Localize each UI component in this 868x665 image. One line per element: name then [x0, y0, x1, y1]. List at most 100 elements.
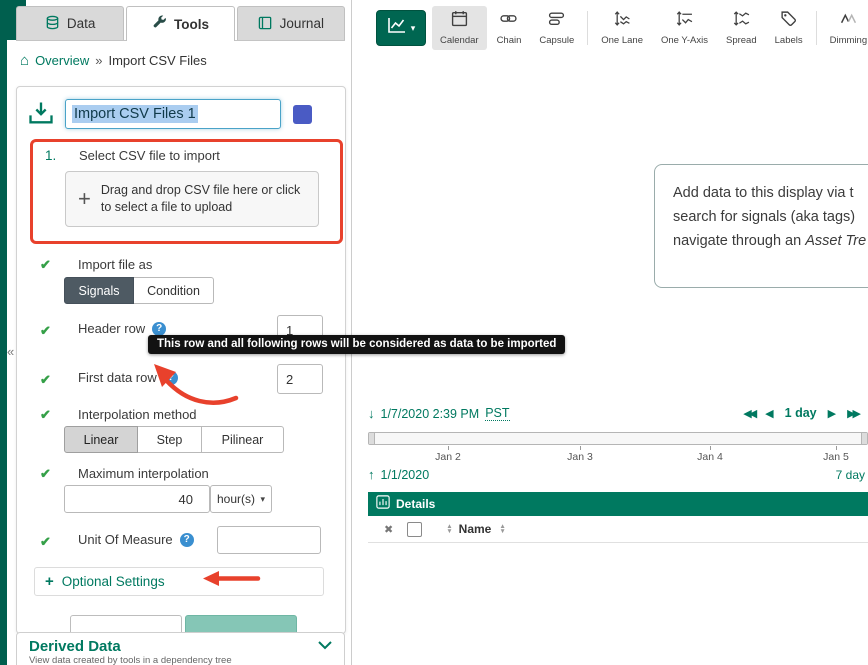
step-number: 1. [45, 148, 56, 163]
breadcrumb-separator: » [95, 53, 102, 68]
interp-option-pilinear[interactable]: Pilinear [202, 426, 284, 453]
toolbar-item-chain[interactable]: Chain [489, 6, 530, 50]
optional-settings-label: Optional Settings [62, 574, 165, 589]
collapse-icon: « [7, 344, 14, 359]
step-size-label[interactable]: 1 day [785, 406, 817, 420]
down-arrow-icon: ↓ [368, 406, 375, 421]
home-icon: ⌂ [20, 52, 29, 69]
maximum-interpolation-label: Maximum interpolation [78, 466, 209, 481]
header-row-help-icon[interactable]: ? [152, 322, 166, 336]
toolbar-item-spread[interactable]: Spread [718, 6, 765, 50]
optional-settings-toggle[interactable]: + Optional Settings [34, 567, 324, 596]
tick-label: Jan 4 [697, 451, 723, 463]
display-range-end[interactable]: ↓ 1/7/2020 2:39 PM PST [368, 406, 510, 421]
display-range-start[interactable]: ↑ 1/1/2020 [368, 467, 429, 482]
check-icon: ✔ [40, 407, 51, 423]
uom-input[interactable] [217, 526, 321, 554]
derived-data-panel-header[interactable]: Derived Data View data created by tools … [16, 632, 345, 665]
first-data-row-value: 2 [286, 372, 293, 387]
max-interp-unit-select[interactable]: hour(s) ▾ [210, 485, 272, 513]
step-forward-double-button[interactable]: ▶▶ [847, 407, 858, 420]
toolbar-item-calendar[interactable]: Calendar [432, 6, 487, 50]
details-header[interactable]: Details [368, 492, 868, 516]
one-y-axis-icon [676, 10, 693, 32]
sort-icon[interactable]: ▲▼ [446, 524, 452, 534]
tab-tools[interactable]: Tools [126, 6, 234, 41]
first-data-row-label: First data row [78, 370, 157, 385]
first-data-row-help-icon[interactable]: ? [164, 371, 178, 385]
check-icon: ✔ [40, 323, 51, 339]
time-step-controls: ◀◀ ◀ 1 day ▶ ▶▶ [743, 406, 858, 420]
message-line: Add data to this display via t [673, 181, 868, 205]
timezone-label[interactable]: PST [485, 406, 509, 421]
check-icon: ✔ [40, 466, 51, 482]
check-icon: ✔ [40, 257, 51, 273]
tab-label: Tools [174, 17, 209, 32]
unit-of-measure-label: Unit Of Measure [78, 532, 173, 547]
import-csv-tool-panel: Import CSV Files 1 1. Select CSV file to… [16, 86, 346, 634]
toolbar-item-labels[interactable]: Labels [767, 6, 811, 50]
breadcrumb-overview-link[interactable]: Overview [35, 53, 89, 68]
interp-option-linear[interactable]: Linear [64, 426, 138, 453]
select-all-checkbox[interactable] [407, 522, 422, 537]
caret-down-icon: ▾ [411, 23, 416, 34]
tab-label: Data [67, 16, 96, 31]
panel-divider [351, 0, 352, 665]
scrubber-right-grip[interactable] [861, 433, 867, 444]
one-lane-icon [614, 10, 631, 32]
check-icon: ✔ [40, 534, 51, 550]
time-axis: Jan 2 Jan 3 Jan 4 Jan 5 [368, 446, 868, 464]
breadcrumb-current: Import CSV Files [108, 53, 206, 68]
details-title: Details [396, 497, 435, 511]
calendar-icon [451, 10, 468, 32]
workbench: « Data Tools [0, 0, 868, 665]
step-back-button[interactable]: ◀ [765, 407, 773, 420]
toolbar-item-one-lane[interactable]: One Lane [593, 6, 651, 50]
step-forward-button[interactable]: ▶ [828, 407, 836, 420]
tooltip: This row and all following rows will be … [148, 335, 565, 354]
sort-icon[interactable]: ▲▼ [499, 524, 505, 534]
selected-text: Import CSV Files 1 [72, 105, 198, 123]
message-line: navigate through an Asset Tre [673, 229, 868, 253]
start-date-label: 1/1/2020 [381, 468, 430, 482]
interp-option-step[interactable]: Step [138, 426, 202, 453]
name-column-header[interactable]: Name [459, 522, 492, 536]
message-line: search for signals (aka tags) [673, 205, 868, 229]
toolbar-item-capsule[interactable]: Capsule [531, 6, 582, 50]
sidebar-collapse-handle[interactable]: « [7, 344, 14, 359]
condition-toggle[interactable]: Condition [134, 277, 214, 304]
tab-data[interactable]: Data [16, 6, 124, 40]
tab-journal[interactable]: Journal [237, 6, 345, 40]
step-back-double-button[interactable]: ◀◀ [743, 407, 754, 420]
header-row-label: Header row [78, 321, 145, 336]
tick-label: Jan 3 [567, 451, 593, 463]
end-time-label: 1/7/2020 2:39 PM [381, 407, 480, 421]
time-scrubber[interactable] [368, 432, 868, 445]
color-square-button[interactable] [293, 105, 312, 124]
first-data-row-input[interactable]: 2 [277, 364, 323, 394]
tool-name-input[interactable]: Import CSV Files 1 [65, 99, 281, 129]
help-message-box: Add data to this display via t search fo… [654, 164, 868, 288]
signals-toggle[interactable]: Signals [64, 277, 134, 304]
tick-label: Jan 2 [435, 451, 461, 463]
remove-column-icon[interactable]: ✖ [384, 523, 393, 536]
view-selector-dropdown[interactable]: ▾ [376, 10, 426, 46]
dimming-icon [840, 10, 857, 32]
max-interp-value: 40 [179, 492, 193, 507]
duration-label[interactable]: 7 day [836, 468, 865, 482]
csv-dropzone[interactable]: + Drag and drop CSV file here or click t… [65, 171, 319, 227]
import-file-as-label: Import file as [78, 257, 152, 272]
caret-down-icon: ▾ [260, 494, 265, 505]
chevron-down-icon [318, 637, 332, 655]
uom-help-icon[interactable]: ? [180, 533, 194, 547]
scrubber-left-grip[interactable] [369, 433, 375, 444]
toolbar-item-one-y-axis[interactable]: One Y-Axis [653, 6, 716, 50]
plus-icon: + [78, 186, 91, 212]
up-arrow-icon: ↑ [368, 467, 375, 482]
derived-data-title: Derived Data [29, 638, 121, 655]
derived-data-subtitle: View data created by tools in a dependen… [29, 655, 332, 665]
toolbar-item-dimming[interactable]: Dimming [822, 6, 868, 50]
labels-icon [780, 10, 797, 32]
max-interp-value-input[interactable]: 40 [64, 485, 210, 513]
breadcrumb: ⌂ Overview » Import CSV Files [20, 52, 207, 69]
